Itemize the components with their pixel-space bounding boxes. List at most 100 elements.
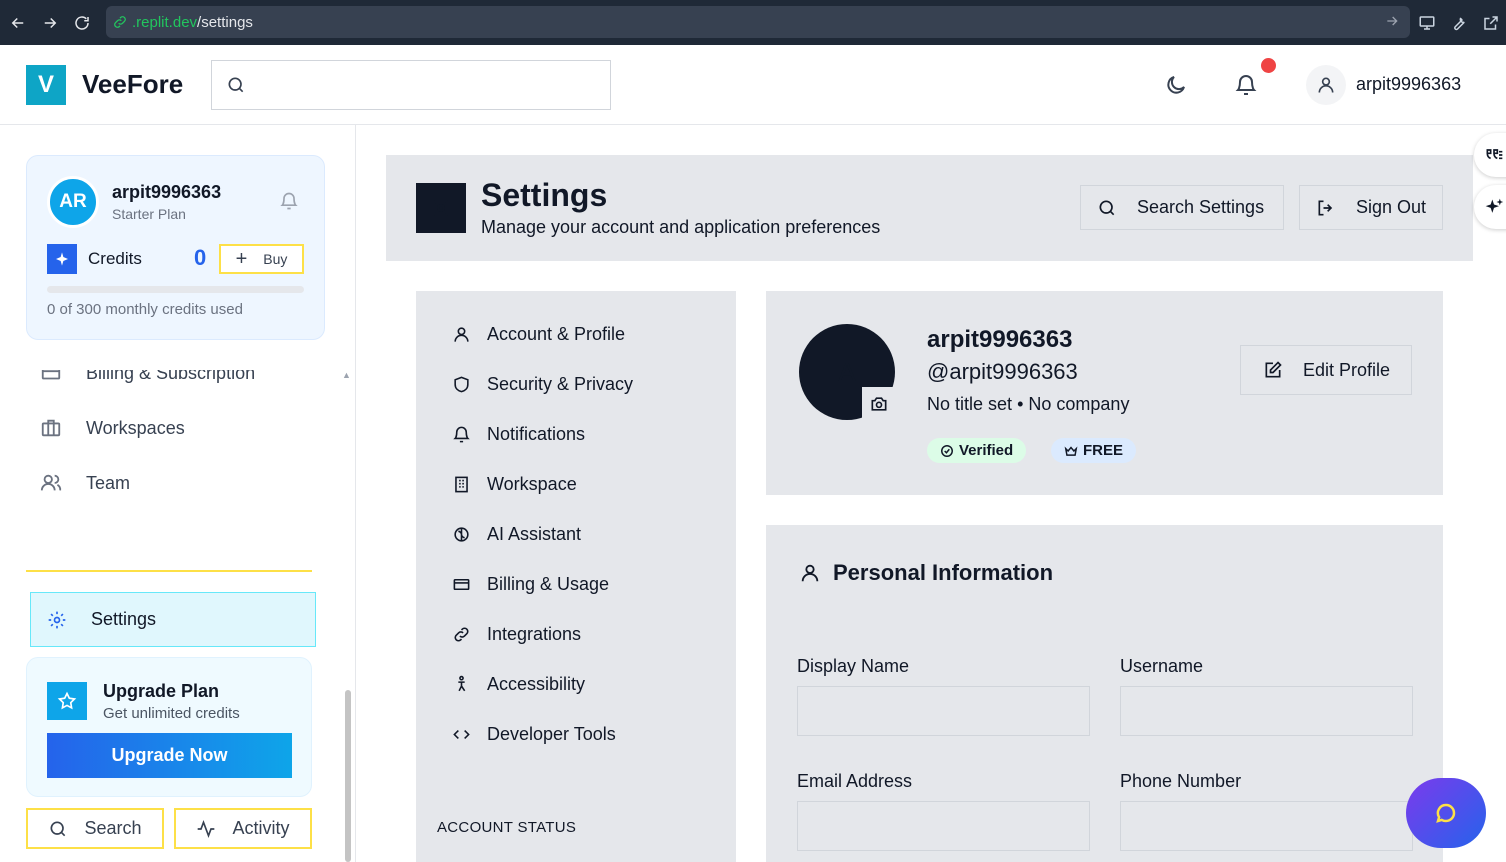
brand-name[interactable]: VeeFore [82, 69, 183, 100]
upgrade-now-button[interactable]: Upgrade Now [47, 733, 292, 778]
chat-fab-button[interactable] [1406, 778, 1486, 848]
avatar[interactable]: AR [47, 176, 99, 228]
display-name-field[interactable] [797, 686, 1090, 736]
bell-icon[interactable] [279, 191, 299, 211]
search-button[interactable]: Search [26, 808, 164, 849]
scrollbar[interactable] [345, 690, 351, 862]
camera-icon[interactable] [862, 387, 896, 421]
display-name-label: Display Name [797, 656, 910, 676]
external-link-icon[interactable] [1482, 14, 1500, 32]
scroll-up-arrow-icon[interactable]: ▲ [342, 370, 354, 382]
brain-icon [454, 526, 469, 542]
sign-out-label: Sign Out [1356, 197, 1427, 217]
url-path: /settings [197, 13, 253, 31]
search-input[interactable] [256, 76, 596, 94]
settings-nav-label: Billing & Usage [487, 573, 610, 594]
main-content: Settings Manage your account and applica… [356, 125, 1506, 862]
app-header: V VeeFore arpit9996363 [0, 45, 1506, 125]
upgrade-card: Upgrade Plan Get unlimited credits Upgra… [26, 657, 312, 797]
activity-button-label: Activity [232, 818, 290, 838]
users-icon [40, 474, 62, 491]
user-avatar[interactable] [1306, 65, 1346, 105]
moon-icon[interactable] [1164, 73, 1188, 97]
profile-title: No title set [927, 394, 1013, 414]
sidebar-item-settings[interactable]: Settings [30, 592, 316, 647]
profile-plan: Starter Plan [112, 206, 186, 222]
settings-nav-billing[interactable]: Billing & Usage [452, 569, 609, 599]
address-bar[interactable]: .replit.dev/settings [106, 6, 1410, 38]
crown-icon [1064, 445, 1078, 456]
upgrade-title: Upgrade Plan [103, 681, 220, 701]
search-settings-label: Search Settings [1137, 197, 1265, 217]
wrench-icon[interactable] [1450, 14, 1468, 32]
settings-nav-developer-tools[interactable]: Developer Tools [452, 719, 616, 749]
monitor-icon[interactable] [1418, 14, 1436, 32]
star-icon [47, 682, 87, 720]
browser-tools [1418, 0, 1506, 45]
email-label: Email Address [797, 771, 913, 791]
check-circle-icon [941, 444, 953, 457]
profile-name: arpit9996363 [112, 182, 222, 202]
accessibility-icon [458, 675, 466, 691]
search-icon [50, 821, 66, 836]
email-field[interactable] [797, 801, 1090, 851]
profile-handle: @arpit9996363 [927, 359, 1078, 384]
quote-icon [1486, 149, 1503, 160]
forward-icon[interactable] [36, 9, 64, 37]
sign-out-icon [1318, 200, 1333, 215]
settings-nav-label: Developer Tools [487, 723, 616, 744]
credits-label: Credits [88, 249, 142, 268]
reload-icon[interactable] [68, 9, 96, 37]
sidebar-item-workspaces[interactable]: Workspaces [40, 413, 185, 443]
profile-card: AR arpit9996363 Starter Plan Credits 0 +… [26, 155, 325, 340]
url-host: .replit.dev [132, 13, 198, 31]
gear-icon [48, 611, 66, 628]
header-username[interactable]: arpit9996363 [1356, 74, 1461, 95]
settings-nav-label: AI Assistant [487, 523, 582, 544]
profile-company: No company [1028, 394, 1130, 414]
buy-credits-button[interactable]: + Buy [219, 244, 304, 274]
logo[interactable]: V [26, 65, 66, 105]
sparkle-icon [1485, 198, 1504, 213]
code-icon [453, 729, 470, 739]
sidebar-item-billing[interactable]: Billing & Subscription [40, 370, 255, 388]
divider [26, 570, 312, 572]
settings-nav-account[interactable]: Account & Profile [452, 319, 625, 349]
credit-card-icon [453, 578, 470, 590]
settings-nav-label: Integrations [487, 623, 582, 644]
settings-nav-security[interactable]: Security & Privacy [452, 369, 633, 399]
phone-label: Phone Number [1120, 771, 1242, 791]
search-icon [1099, 200, 1115, 215]
search-button-label: Search [84, 818, 142, 838]
sidebar-item-label: Workspaces [86, 417, 185, 438]
personal-info-heading: Personal Information [833, 560, 1054, 585]
link-icon [114, 16, 126, 28]
profile-meta: No title set • No company [927, 394, 1129, 415]
go-arrow-icon[interactable] [1384, 13, 1400, 29]
back-icon[interactable] [4, 9, 32, 37]
sidebar-item-team[interactable]: Team [40, 468, 130, 498]
user-icon [801, 564, 819, 582]
settings-nav-notifications[interactable]: Notifications [452, 419, 585, 449]
search-settings-button[interactable]: Search Settings [1080, 185, 1284, 230]
header-search[interactable] [211, 60, 611, 110]
meta-separator: • [1017, 394, 1024, 414]
settings-header: Settings Manage your account and applica… [386, 155, 1473, 261]
settings-nav-integrations[interactable]: Integrations [452, 619, 581, 649]
activity-icon [198, 819, 215, 838]
bell-icon [453, 426, 470, 442]
edit-profile-button[interactable]: Edit Profile [1240, 345, 1412, 395]
settings-nav-accessibility[interactable]: Accessibility [452, 669, 585, 699]
phone-field[interactable] [1120, 801, 1413, 851]
credits-progress [47, 286, 304, 293]
plus-icon: + [235, 247, 248, 270]
activity-button[interactable]: Activity [174, 808, 312, 849]
username-field[interactable] [1120, 686, 1413, 736]
edit-profile-label: Edit Profile [1303, 359, 1391, 380]
settings-nav-ai-assistant[interactable]: AI Assistant [452, 519, 581, 549]
user-icon [454, 326, 469, 342]
sign-out-button[interactable]: Sign Out [1299, 185, 1443, 230]
notifications-bell-icon[interactable] [1234, 73, 1258, 97]
sidebar-nav: Billing & Subscription Workspaces Team [0, 370, 342, 570]
settings-nav-workspace[interactable]: Workspace [452, 469, 577, 499]
